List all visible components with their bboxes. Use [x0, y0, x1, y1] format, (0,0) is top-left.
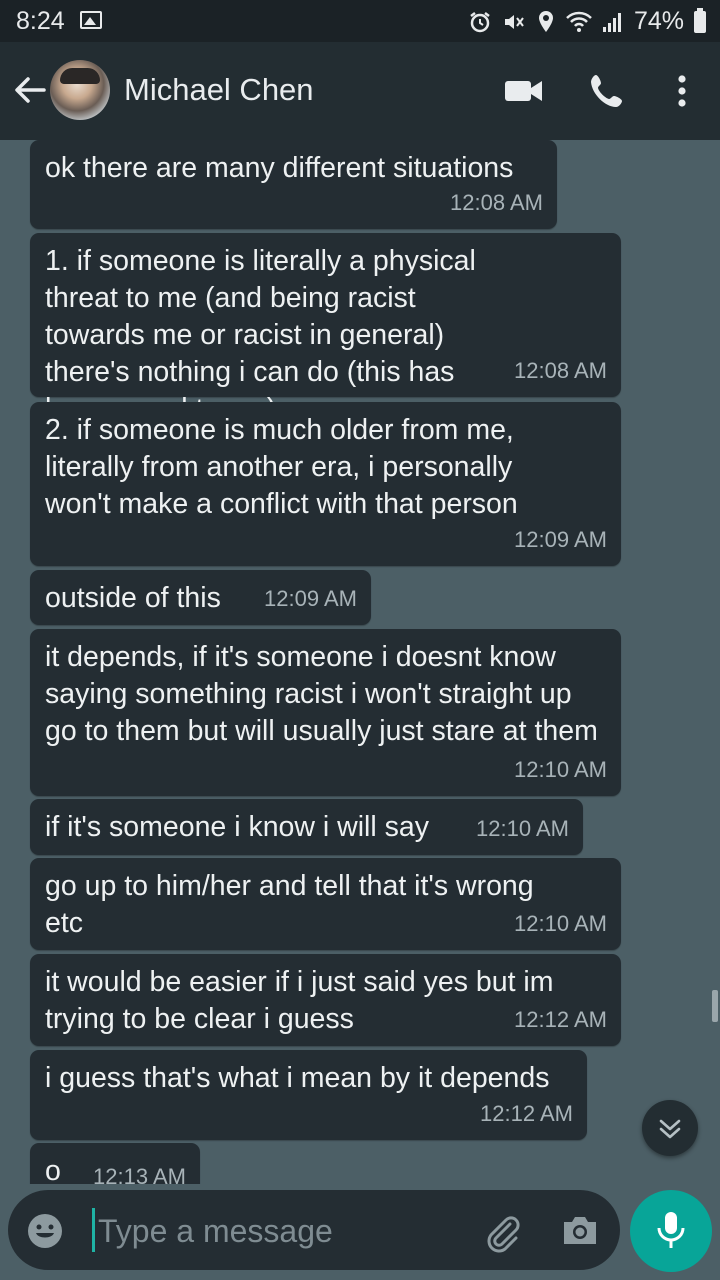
signal-icon [602, 12, 621, 32]
message-text: ok there are many different situations [45, 152, 514, 184]
microphone-button[interactable] [630, 1190, 712, 1272]
message-text: 2. if someone is much older from me, lit… [45, 414, 518, 520]
contact-name[interactable]: Michael Chen [124, 72, 314, 108]
battery-percent: 74% [633, 7, 684, 35]
message-bubble[interactable]: 1. if someone is literally a physical th… [30, 233, 621, 425]
back-arrow-icon[interactable] [10, 70, 50, 110]
message-composer [8, 1190, 620, 1270]
message-time: 12:13 AM [93, 1164, 186, 1184]
message-time: 12:08 AM [450, 190, 543, 215]
message-time: 12:10 AM [514, 911, 607, 936]
status-icons: 74% [468, 7, 706, 36]
emoji-icon[interactable] [26, 1212, 64, 1250]
message-text: 1. if someone is literally a physical th… [45, 245, 476, 425]
message-input[interactable] [96, 1204, 480, 1258]
scrollbar[interactable] [712, 990, 718, 1022]
gallery-icon [80, 11, 102, 29]
message-bubble[interactable]: outside of this 12:09 AM [30, 570, 371, 625]
message-time: 12:09 AM [264, 586, 357, 611]
status-time: 8:24 [16, 7, 65, 35]
message-text: it depends, if it's someone i doesnt kno… [45, 641, 598, 747]
message-text: it would be easier if i just said yes bu… [45, 966, 554, 1035]
battery-icon [694, 7, 706, 33]
message-bubble[interactable]: it would be easier if i just said yes bu… [30, 954, 621, 1046]
microphone-icon [657, 1212, 685, 1248]
text-cursor [92, 1208, 95, 1252]
message-bubble[interactable]: i guess that's what i mean by it depends… [30, 1050, 587, 1140]
wifi-icon [566, 11, 592, 32]
camera-icon[interactable] [560, 1212, 600, 1250]
double-chevron-down-icon [659, 1119, 681, 1139]
message-bubble[interactable]: ok there are many different situations 1… [30, 140, 557, 229]
message-bubble[interactable]: 2. if someone is much older from me, lit… [30, 402, 621, 566]
message-bubble[interactable]: if it's someone i know i will say 12:10 … [30, 799, 583, 855]
message-time: 12:10 AM [514, 757, 607, 782]
message-time: 12:08 AM [514, 358, 607, 383]
message-bubble[interactable]: it depends, if it's someone i doesnt kno… [30, 629, 621, 796]
voice-call-icon[interactable] [586, 70, 630, 112]
message-text: go up to him/her and tell that it's wron… [45, 870, 534, 939]
message-time: 12:12 AM [480, 1101, 573, 1126]
message-text: i guess that's what i mean by it depends [45, 1062, 550, 1094]
avatar[interactable] [50, 60, 110, 120]
location-icon [538, 10, 553, 32]
message-list[interactable]: ok there are many different situations 1… [0, 140, 720, 1184]
status-bar: 8:24 74% [0, 0, 720, 42]
chat-header[interactable]: Michael Chen [0, 42, 720, 140]
more-options-icon[interactable] [662, 70, 706, 112]
message-time: 12:12 AM [514, 1007, 607, 1032]
message-time: 12:09 AM [514, 527, 607, 552]
message-bubble[interactable]: o 12:13 AM [30, 1143, 200, 1184]
message-time: 12:10 AM [476, 816, 569, 841]
attach-icon[interactable] [480, 1210, 524, 1254]
scroll-to-bottom-button[interactable] [642, 1100, 698, 1156]
video-call-icon[interactable] [502, 70, 546, 112]
mute-icon [504, 14, 524, 29]
message-bubble[interactable]: go up to him/her and tell that it's wron… [30, 858, 621, 950]
alarm-icon [470, 11, 490, 32]
